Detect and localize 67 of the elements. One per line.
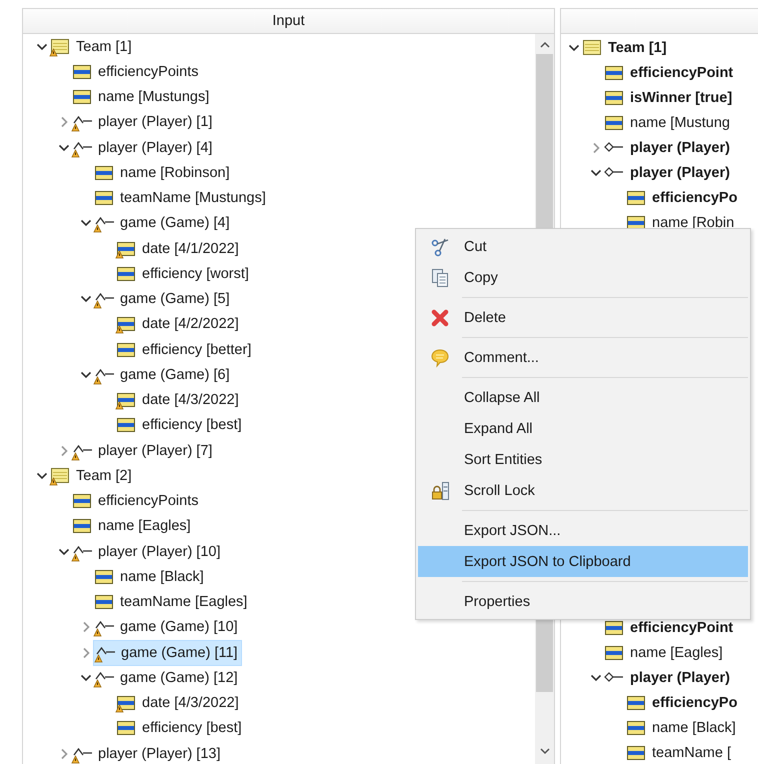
tree-item[interactable]: Team [2]: [49, 464, 135, 488]
tree-item[interactable]: player (Player): [603, 160, 733, 184]
tree-item[interactable]: player (Player): [603, 136, 733, 160]
tree-item[interactable]: name [Black]: [625, 716, 739, 740]
menu-item[interactable]: Delete: [418, 302, 748, 333]
tree-item[interactable]: name [Robinson]: [93, 160, 233, 185]
menu-item[interactable]: Expand All: [418, 413, 748, 444]
tree-item[interactable]: Team [1]: [49, 34, 135, 59]
tree-item[interactable]: game (Game) [6]: [93, 362, 233, 387]
tree-item[interactable]: Team [1]: [581, 36, 670, 60]
tree-item[interactable]: player (Player) [10]: [71, 540, 224, 564]
pane-header: Input: [23, 8, 554, 34]
field-icon: [115, 693, 137, 714]
menu-item[interactable]: Comment...: [418, 342, 748, 373]
field-icon: [115, 314, 137, 334]
tree-item[interactable]: player (Player) [13]: [71, 742, 224, 764]
menu-item[interactable]: Collapse All: [418, 382, 748, 413]
table-icon: [581, 38, 603, 58]
tree-item[interactable]: efficiency [better]: [115, 338, 254, 362]
tree-item[interactable]: efficiency [best]: [115, 413, 245, 438]
table-icon: [49, 466, 71, 486]
tree-item[interactable]: efficiencyPoint: [603, 60, 736, 84]
tree-item[interactable]: name [Eagles]: [71, 514, 194, 538]
field-icon: [115, 390, 137, 410]
tree-item[interactable]: name [Eagles]: [603, 640, 726, 664]
tree-item[interactable]: name [Black]: [93, 564, 207, 589]
tree-item[interactable]: efficiencyPoints: [71, 60, 202, 84]
lock-icon: [430, 480, 450, 500]
tree-item[interactable]: name [Mustung: [603, 110, 733, 134]
copy-icon: [430, 268, 450, 288]
tree-item[interactable]: player (Player) [1]: [71, 110, 216, 134]
tree-item[interactable]: date [4/2/2022]: [115, 312, 242, 336]
tree-item[interactable]: efficiencyPo: [625, 186, 740, 210]
tree-item[interactable]: efficiencyPo: [625, 690, 740, 714]
tree-item[interactable]: game (Game) [11]: [93, 640, 242, 666]
tree-item[interactable]: player (Player): [603, 666, 733, 690]
tree-item[interactable]: efficiency [worst]: [115, 262, 252, 286]
tree-item[interactable]: game (Game) [4]: [93, 211, 233, 236]
tree-item[interactable]: teamName [: [625, 740, 734, 764]
tree-item[interactable]: date [4/3/2022]: [115, 388, 242, 412]
menu-item[interactable]: Export JSON...: [418, 515, 748, 546]
tree-item[interactable]: efficiency [best]: [115, 716, 245, 740]
tree-item[interactable]: isWinner [true]: [603, 86, 736, 110]
tree-item[interactable]: game (Game) [5]: [93, 287, 233, 312]
scissors-icon: [430, 236, 450, 256]
menu-item[interactable]: Export JSON to Clipboard: [418, 546, 748, 577]
speech-bubble-icon: [430, 348, 450, 368]
scroll-down-icon[interactable]: [538, 746, 550, 756]
tree-item[interactable]: game (Game) [10]: [93, 615, 241, 640]
tree-item[interactable]: name [Mustungs]: [71, 85, 212, 110]
tree-item[interactable]: teamName [Mustungs]: [93, 186, 269, 210]
tree-item[interactable]: date [4/1/2022]: [115, 236, 242, 261]
tree-item[interactable]: efficiencyPoints: [71, 489, 202, 514]
tree-item[interactable]: teamName [Eagles]: [93, 590, 250, 614]
tree-item[interactable]: game (Game) [12]: [93, 666, 241, 690]
menu-item[interactable]: Cut: [418, 231, 748, 262]
delete-icon: [430, 308, 450, 328]
tree-item[interactable]: player (Player) [4]: [71, 136, 216, 160]
tree-item[interactable]: efficiencyPoint: [603, 616, 736, 640]
tree-item[interactable]: player (Player) [7]: [71, 438, 216, 463]
menu-item[interactable]: Copy: [418, 262, 748, 293]
scroll-up-icon[interactable]: [538, 40, 550, 50]
menu-item[interactable]: Scroll Lock: [418, 475, 748, 506]
menu-item[interactable]: Properties: [418, 586, 748, 617]
table-icon: [49, 36, 71, 57]
tree-item[interactable]: date [4/3/2022]: [115, 691, 242, 716]
menu-item[interactable]: Sort Entities: [418, 444, 748, 475]
